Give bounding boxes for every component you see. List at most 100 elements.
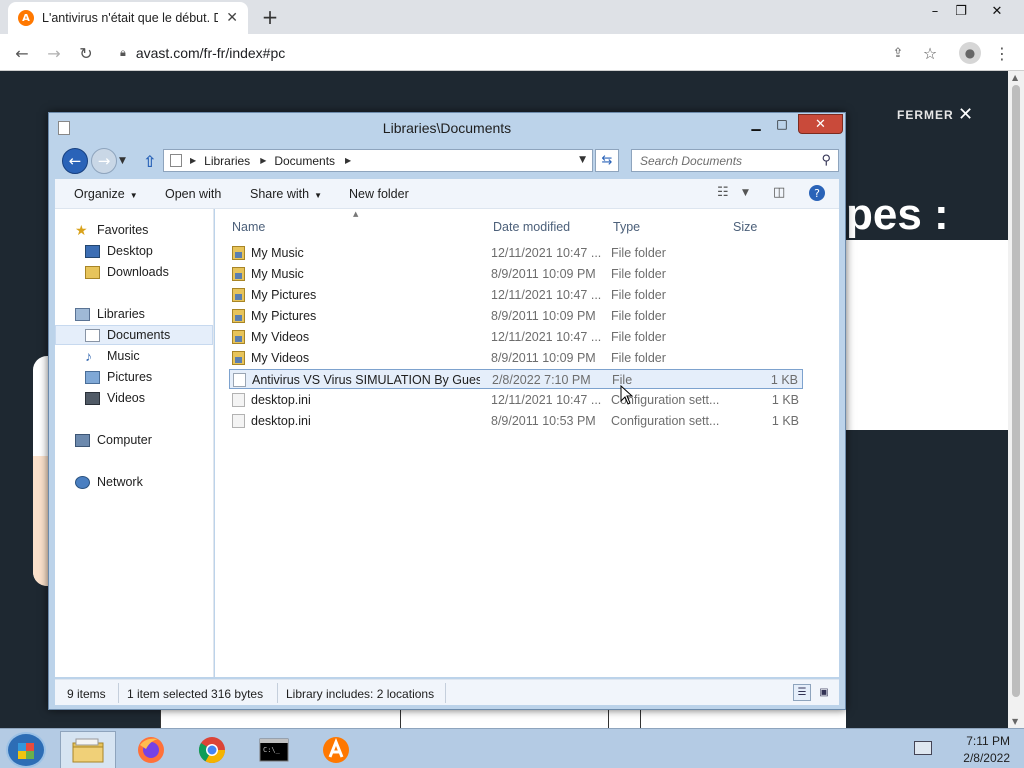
fermer-link[interactable]: FERMER (897, 108, 954, 122)
new-folder-button[interactable]: New folder (349, 187, 409, 201)
status-bar: 9 items 1 item selected 316 bytes Librar… (55, 679, 839, 705)
file-row[interactable]: My Music 12/11/2021 10:47 ... File folder (229, 243, 803, 263)
taskbar-avast-icon[interactable] (308, 731, 364, 768)
lock-icon: 🔒︎ (120, 45, 126, 59)
file-size: 1 KB (770, 373, 798, 387)
nav-favorites[interactable]: ★ Favorites (75, 220, 148, 240)
restore-button[interactable]: ❐ (944, 0, 978, 22)
column-header-type[interactable]: Type (613, 220, 640, 234)
file-row[interactable]: Antivirus VS Virus SIMULATION By Guest..… (229, 369, 803, 389)
breadcrumb-arrow-icon[interactable]: ▶ (190, 156, 196, 165)
start-button[interactable] (6, 732, 46, 768)
tray-clock[interactable]: 7:11 PM 2/8/2022 (940, 733, 1010, 767)
address-dropdown-icon[interactable]: ▼ (579, 155, 586, 165)
nav-documents[interactable]: Documents (55, 325, 213, 345)
page-scrollbar[interactable]: ▲ ▼ (1008, 71, 1024, 728)
organize-button[interactable]: Organize ▼ (74, 187, 138, 201)
page-card-right (846, 240, 1008, 430)
change-view-icon[interactable]: ☷ (717, 185, 729, 200)
forward-arrow-icon[interactable]: → (91, 148, 117, 174)
column-header-name[interactable]: Name (232, 220, 265, 234)
recent-pages-dropdown-icon[interactable]: ▼ (119, 156, 126, 166)
explorer-address-bar[interactable]: ▶ Libraries ▶ Documents ▶ ▼ (163, 149, 593, 172)
back-icon[interactable]: ← (10, 41, 34, 65)
up-level-icon[interactable]: ⇧ (143, 152, 156, 171)
search-icon[interactable]: ⚲ (821, 152, 831, 168)
nav-videos-label: Videos (107, 391, 145, 405)
close-window-button[interactable]: ✕ (980, 0, 1014, 22)
scroll-up-icon[interactable]: ▲ (1012, 73, 1018, 82)
file-row[interactable]: desktop.ini 12/11/2021 10:47 ... Configura… (229, 390, 803, 410)
documents-icon (85, 328, 100, 342)
column-header-size[interactable]: Size (733, 220, 757, 234)
share-with-button[interactable]: Share with ▼ (250, 187, 322, 201)
file-row[interactable]: My Pictures 12/11/2021 10:47 ... File fold… (229, 285, 803, 305)
nav-downloads[interactable]: Downloads (85, 262, 169, 282)
profile-avatar-icon[interactable]: ● (959, 42, 981, 64)
refresh-icon[interactable]: ⇆ (595, 149, 619, 172)
breadcrumb-documents[interactable]: Documents (274, 154, 335, 168)
svg-text:C:\_: C:\_ (263, 746, 281, 754)
selection-info: 1 item selected 316 bytes (127, 687, 264, 701)
nav-computer-label: Computer (97, 433, 152, 447)
share-icon[interactable]: ⇪ (886, 41, 910, 65)
taskbar-chrome-icon[interactable] (184, 731, 240, 768)
tray-network-icon[interactable] (914, 741, 932, 755)
menu-kebab-icon[interactable]: ⋮ (990, 41, 1014, 65)
sort-arrow-icon: ▲ (353, 210, 359, 218)
nav-network-label: Network (97, 475, 143, 489)
nav-pictures[interactable]: Pictures (85, 367, 152, 387)
nav-libraries[interactable]: Libraries (75, 304, 145, 324)
close-tab-icon[interactable]: ✕ (226, 10, 238, 26)
url-text: avast.com/fr-fr/index#pc (135, 44, 286, 61)
address-bar[interactable]: 🔒︎ avast.com/fr-fr/index#pc (110, 39, 910, 66)
explorer-nav-row: ← → ▼ ⇧ ▶ Libraries ▶ Documents ▶ ▼ ⇆ Se… (49, 145, 845, 177)
explorer-minimize-button[interactable]: ▁ (743, 114, 769, 134)
computer-icon (75, 433, 90, 447)
scrollbar-thumb[interactable] (1012, 85, 1020, 697)
taskbar-firefox-icon[interactable] (123, 731, 179, 768)
file-row[interactable]: My Music 8/9/2011 10:09 PM File folder (229, 264, 803, 284)
explorer-title-bar[interactable]: Libraries\Documents ▁ □ ✕ (49, 113, 845, 143)
open-with-button[interactable]: Open with (165, 187, 221, 201)
explorer-close-button[interactable]: ✕ (798, 114, 843, 134)
file-row[interactable]: desktop.ini 8/9/2011 10:53 PM Configuratio… (229, 411, 803, 431)
new-tab-button[interactable]: + (256, 5, 284, 29)
search-input[interactable]: Search Documents ⚲ (631, 149, 839, 172)
nav-network[interactable]: Network (75, 472, 143, 492)
nav-computer[interactable]: Computer (75, 430, 152, 450)
forward-icon[interactable]: → (42, 41, 66, 65)
breadcrumb-libraries[interactable]: Libraries (204, 154, 250, 168)
file-row[interactable]: My Videos 12/11/2021 10:47 ... File folder (229, 327, 803, 347)
star-icon: ★ (75, 221, 88, 238)
clock-time: 7:11 PM (966, 734, 1010, 748)
file-name: desktop.ini (251, 414, 311, 428)
taskbar-file-explorer-icon[interactable] (60, 731, 116, 768)
explorer-maximize-button[interactable]: □ (769, 114, 795, 134)
reload-icon[interactable]: ↻ (74, 41, 98, 65)
view-dropdown-icon[interactable]: ▼ (742, 188, 749, 198)
details-view-icon[interactable]: ☰ (793, 684, 811, 701)
nav-videos[interactable]: Videos (85, 388, 145, 408)
scroll-down-icon[interactable]: ▼ (1012, 717, 1018, 726)
help-icon[interactable]: ? (809, 185, 825, 201)
nav-desktop[interactable]: Desktop (85, 241, 153, 261)
breadcrumb-arrow-icon[interactable]: ▶ (260, 156, 266, 165)
folder-icon (232, 330, 245, 344)
nav-music[interactable]: ♪ Music (85, 346, 140, 366)
close-x-icon[interactable]: ✕ (958, 104, 973, 125)
back-arrow-icon[interactable]: ← (62, 148, 88, 174)
taskbar-cmd-icon[interactable]: C:\_ (246, 731, 302, 768)
bookmark-star-icon[interactable]: ☆ (918, 41, 942, 65)
preview-pane-icon[interactable]: ◫ (773, 185, 785, 200)
breadcrumb-arrow-icon[interactable]: ▶ (345, 156, 351, 165)
large-icons-view-icon[interactable]: ▣ (815, 684, 833, 701)
nav-music-label: Music (107, 349, 140, 363)
organize-label: Organize (74, 187, 125, 201)
file-row[interactable]: My Pictures 8/9/2011 10:09 PM File folder (229, 306, 803, 326)
file-row[interactable]: My Videos 8/9/2011 10:09 PM File folder (229, 348, 803, 368)
column-header-date[interactable]: Date modified (493, 220, 570, 234)
clock-date: 2/8/2022 (963, 751, 1010, 765)
browser-tab[interactable]: A L'antivirus n'était que le début. D ✕ (8, 2, 248, 34)
file-type: File folder (611, 330, 666, 344)
